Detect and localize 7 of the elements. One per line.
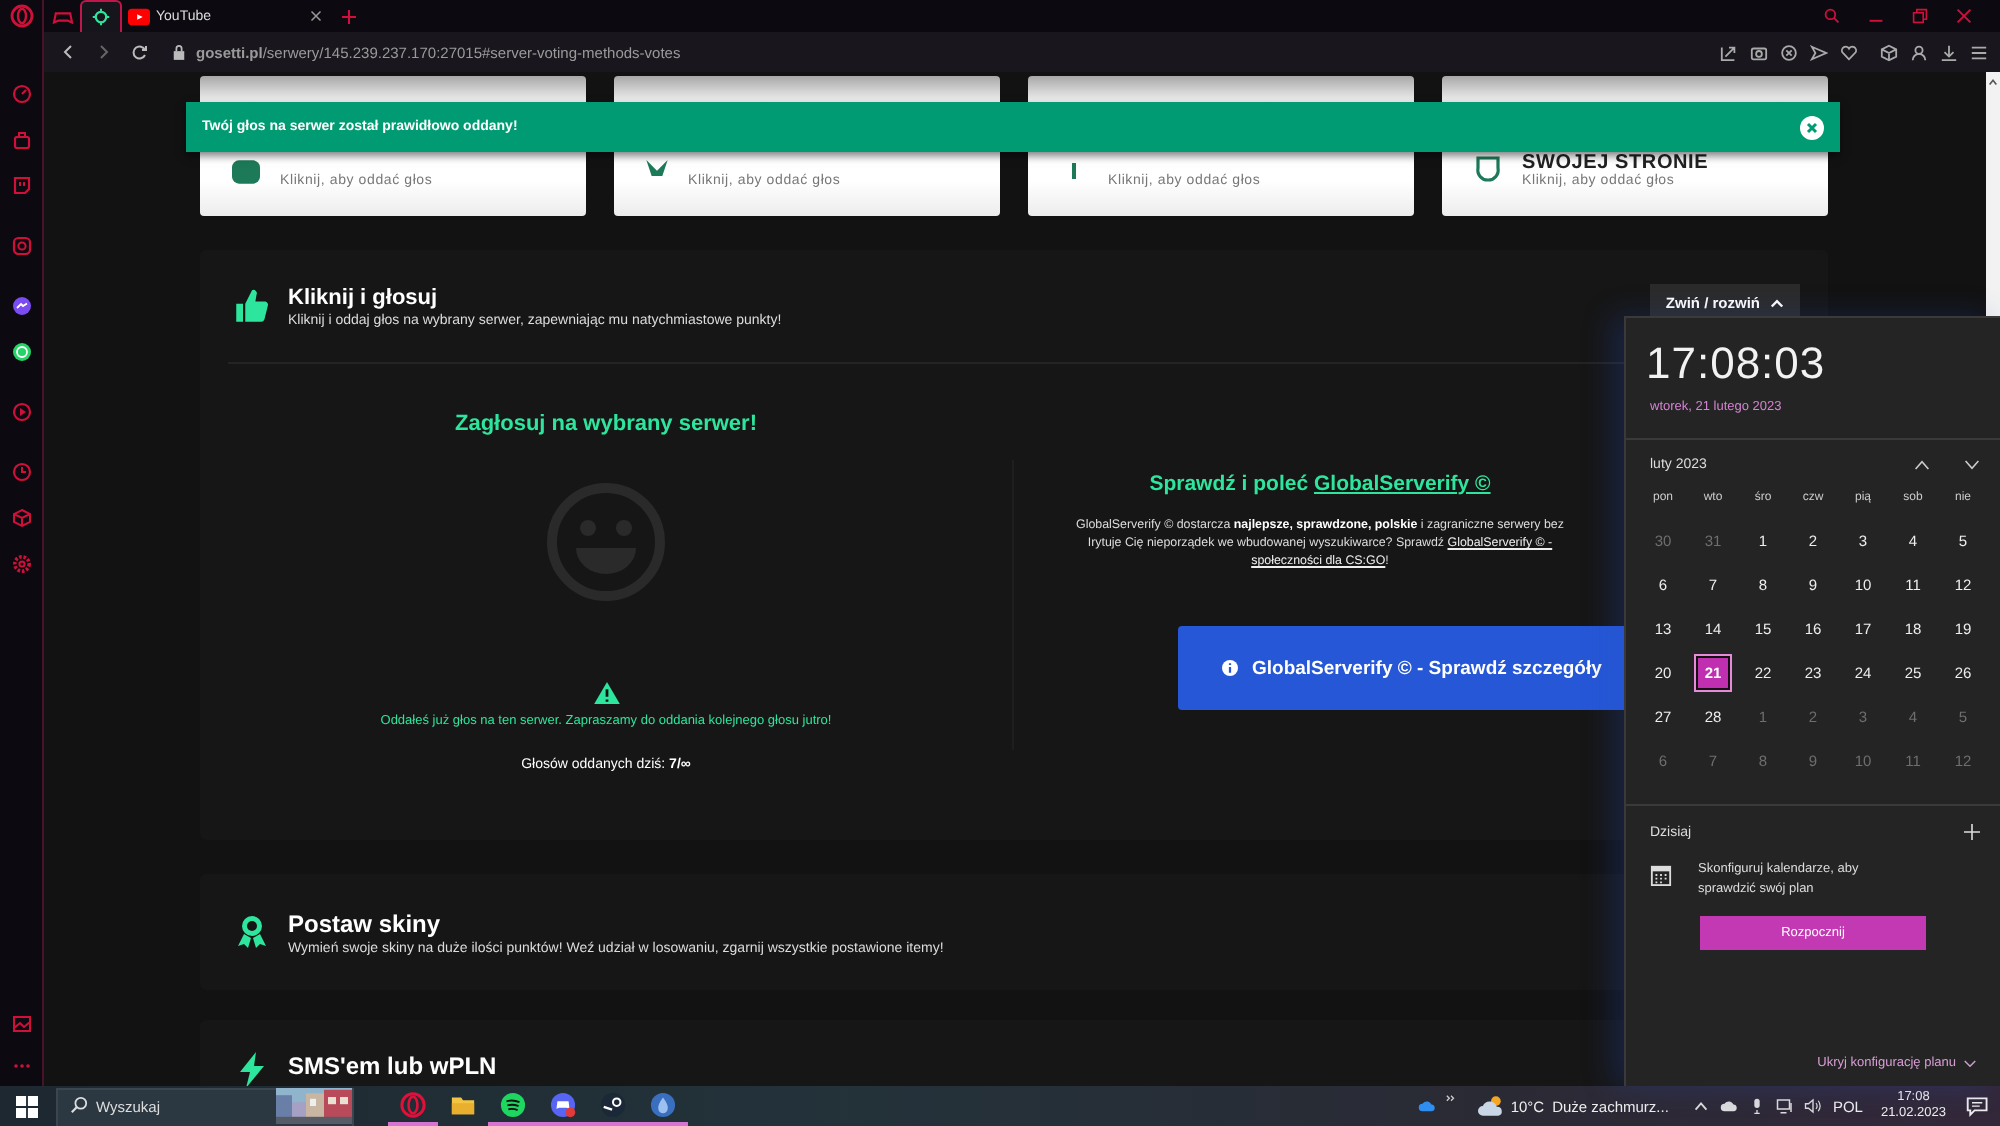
section-title: Kliknij i głosuj — [288, 285, 438, 309]
section-title: Postaw skiny — [288, 909, 441, 937]
vote-heading: Zagłosuj na wybrany serwer! — [455, 412, 757, 436]
card-title: SWOJEJ STRONIE — [1522, 152, 1709, 174]
promo-heading: Sprawdź i poleć GlobalServerify © — [1149, 472, 1491, 496]
clock-time: 17:08:03 — [1646, 338, 1828, 390]
section-title: SMS'em lub wPLN — [288, 1052, 497, 1080]
